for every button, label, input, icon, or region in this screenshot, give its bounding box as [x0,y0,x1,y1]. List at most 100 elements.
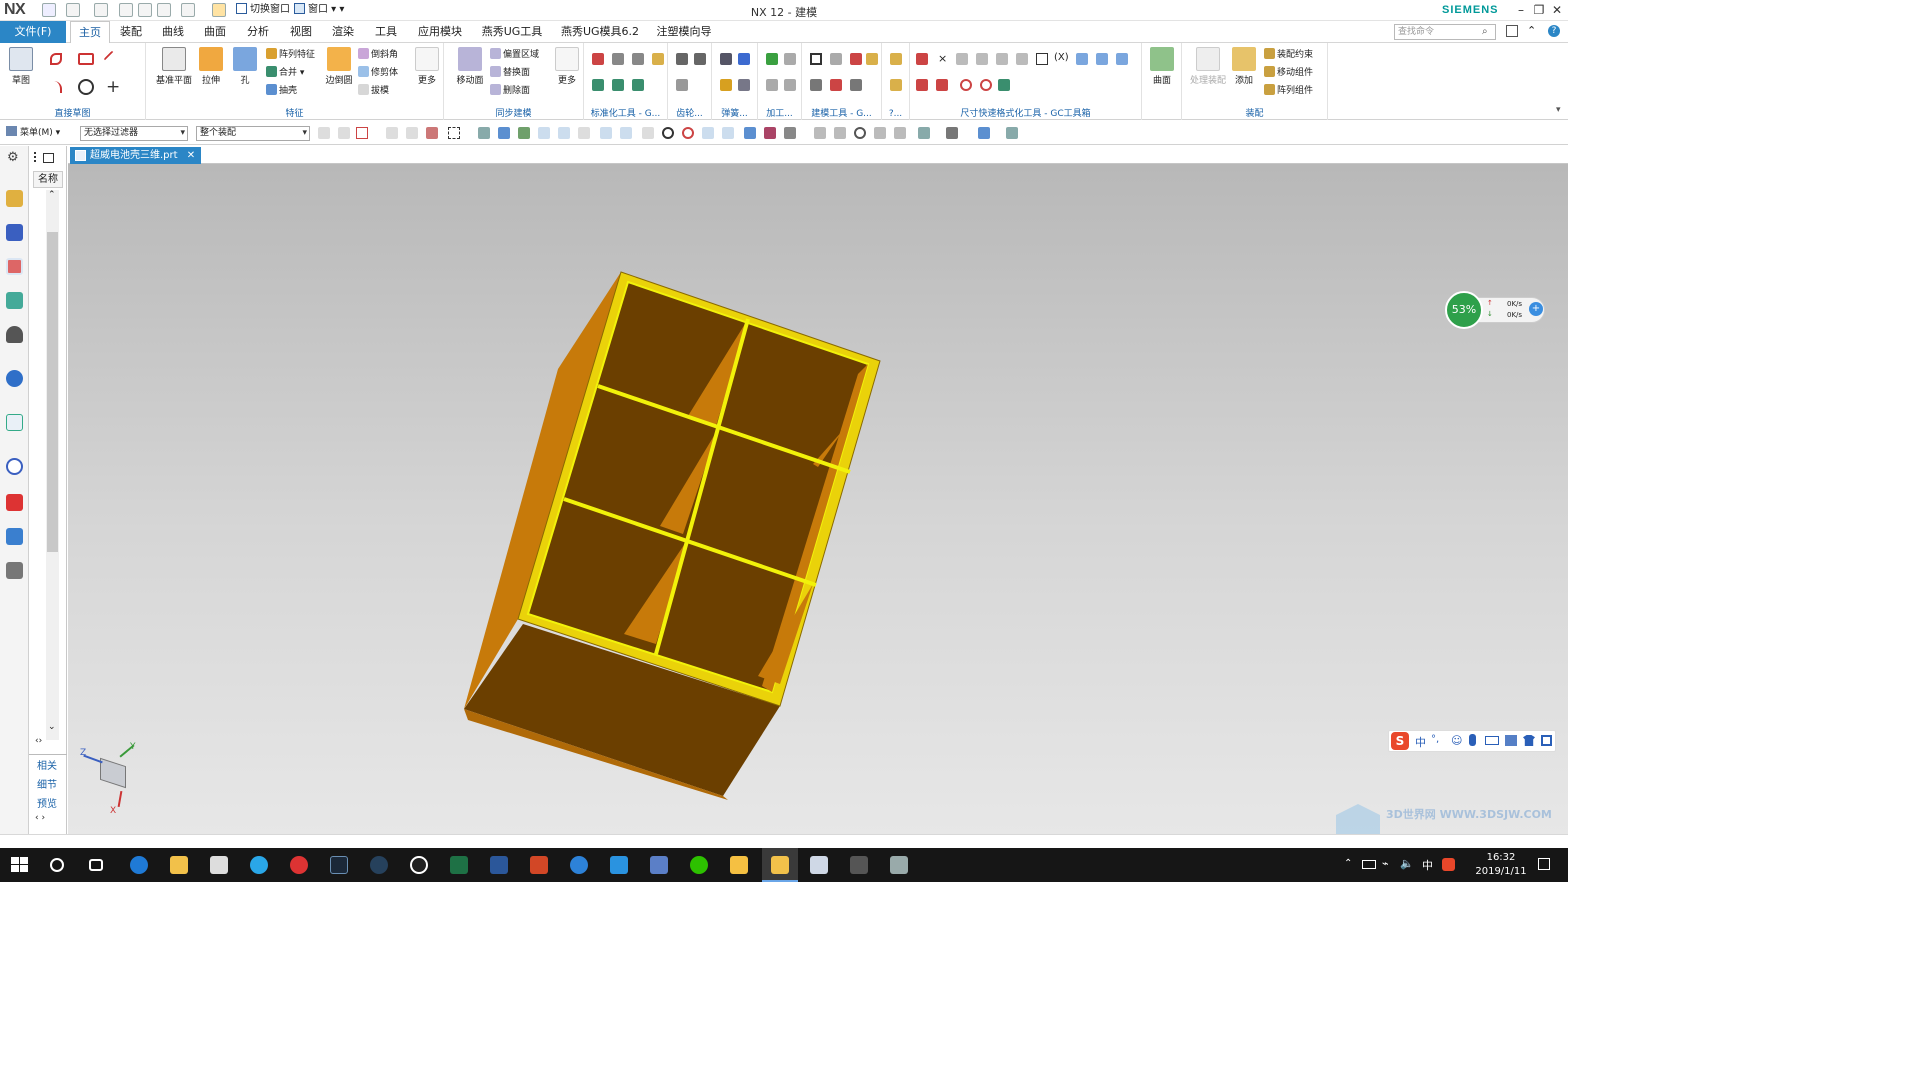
modeling-tool-icon[interactable] [810,79,822,91]
scroll-up-icon[interactable]: ⌃ [48,190,56,200]
scroll-down-icon[interactable]: ⌄ [48,722,56,732]
web-browser-icon[interactable] [6,370,23,387]
standard-part-icon[interactable] [612,53,624,65]
steam-icon[interactable] [330,856,348,874]
snap-icon[interactable] [538,127,550,139]
dimension-icon[interactable] [936,79,948,91]
add-component-button[interactable]: 添加 [1230,47,1258,86]
restore-icon[interactable]: ❐ [1530,2,1548,18]
tab-curve[interactable]: 曲线 [156,21,190,43]
select-icon[interactable] [386,127,398,139]
scroll-thumb[interactable] [47,232,58,552]
roles-icon[interactable] [6,562,23,579]
snap-icon[interactable] [764,127,776,139]
box-x-icon[interactable] [1036,53,1048,65]
line-icon[interactable] [103,50,121,68]
replace-face-button[interactable]: 替换面 [490,65,530,81]
app-icon[interactable] [850,856,868,874]
pattern-feature-button[interactable]: 阵列特征 [266,47,315,63]
tab-assembly[interactable]: 装配 [114,21,148,43]
center-snap-icon[interactable] [662,127,674,139]
view-icon[interactable] [874,127,886,139]
view-triad[interactable]: Z Y X [80,742,148,816]
collapse-panel-icon[interactable]: ‹› [35,736,42,746]
trim-body-button[interactable]: 修剪体 [358,65,398,81]
spring-icon[interactable] [720,53,732,65]
body-select-icon[interactable] [478,127,490,139]
select-icon[interactable] [318,127,330,139]
constraint-navigator-icon[interactable] [6,224,23,241]
select-icon[interactable] [406,127,418,139]
menu-button[interactable]: 菜单(M) ▾ [6,126,60,140]
tab-application[interactable]: 应用模块 [412,21,468,43]
select-icon[interactable] [426,127,438,139]
reuse-library-icon[interactable] [6,292,23,309]
gear-icon[interactable] [676,53,688,65]
qq-browser-icon[interactable] [250,856,268,874]
machining-icon[interactable] [766,53,778,65]
nx-taskbar-button[interactable] [762,848,798,882]
battery-icon[interactable] [1362,860,1376,869]
network-speed-widget[interactable]: 53% ↑ ↓ 0K/s 0K/s + [1445,291,1548,329]
process-assembly-button[interactable]: 处理装配 [1186,47,1230,86]
pin-icon[interactable] [34,152,39,162]
word-icon[interactable] [490,856,508,874]
app-icon[interactable] [810,856,828,874]
select-icon[interactable] [356,127,368,139]
ime-toolbar[interactable]: S 中 °, ☺ [1388,730,1556,752]
selection-scope-dropdown[interactable]: 整个装配 [196,126,310,141]
snap-icon[interactable] [620,127,632,139]
standard-part-icon[interactable] [592,79,604,91]
tab-analysis[interactable]: 分析 [241,21,275,43]
fit-icon[interactable] [1096,53,1108,65]
document-tab[interactable]: 超威电池壳三维.prt ✕ [70,147,202,164]
skin-icon[interactable] [1523,735,1535,746]
draft-button[interactable]: 拔模 [358,83,389,99]
circle-snap-icon[interactable] [682,127,694,139]
machining-icon[interactable] [766,79,778,91]
fit-icon[interactable] [1116,53,1128,65]
dimension-icon[interactable] [916,53,928,65]
app-icon[interactable] [890,856,908,874]
offset-region-button[interactable]: 偏置区域 [490,47,539,63]
orient-view-icon[interactable] [978,127,990,139]
ribbon-options-chevron-icon[interactable]: ▾ [1556,105,1561,115]
graphics-window[interactable]: Z Y X 53% ↑ ↓ 0K/s 0K/s + S 中 °, ☺ 3D世界网… [68,164,1568,848]
memory-usage-badge[interactable]: 53% [1445,291,1483,329]
standard-part-icon[interactable] [652,53,664,65]
preview-link[interactable]: 预览 [37,795,57,810]
modeling-tool-icon[interactable] [866,53,878,65]
excel-icon[interactable] [450,856,468,874]
snap-icon[interactable] [722,127,734,139]
rss-icon[interactable] [650,856,668,874]
tab-surface[interactable]: 曲面 [198,21,232,43]
view-icon[interactable] [1006,127,1018,139]
history-icon[interactable] [6,414,23,431]
extrude-button[interactable]: 拉伸 [194,47,228,86]
snap-icon[interactable] [518,127,530,139]
minimize-icon[interactable]: – [1512,2,1530,18]
gear-icon[interactable] [694,53,706,65]
dimension-icon[interactable] [916,79,928,91]
snap-icon[interactable] [784,127,796,139]
move-component-button[interactable]: 移动组件 [1264,65,1313,81]
scroll-arrows-icon[interactable]: ‹ › [35,813,45,823]
move-face-button[interactable]: 移动面 [452,47,488,86]
hd3d-tools-icon[interactable] [6,326,23,343]
select-icon[interactable] [338,127,350,139]
tray-clock[interactable]: 16:32 2019/1/11 [1470,851,1532,879]
system-materials-icon[interactable] [6,494,23,511]
emoji-icon[interactable]: ☺ [1451,734,1462,747]
multiply-icon[interactable]: × [938,52,947,65]
user-icon[interactable] [1505,735,1517,746]
hole-button[interactable]: 孔 [228,47,262,86]
spring-icon[interactable] [738,53,750,65]
ime-mode[interactable]: 中 [1415,734,1426,750]
standard-part-icon[interactable] [592,53,604,65]
assembly-constraints-button[interactable]: 装配约束 [1264,47,1313,63]
snap-icon[interactable] [702,127,714,139]
tab-view[interactable]: 视图 [284,21,318,43]
tray-overflow-icon[interactable]: ⌃ [1344,858,1352,869]
close-tab-icon[interactable]: ✕ [187,150,195,161]
tab-tools[interactable]: 工具 [369,21,403,43]
